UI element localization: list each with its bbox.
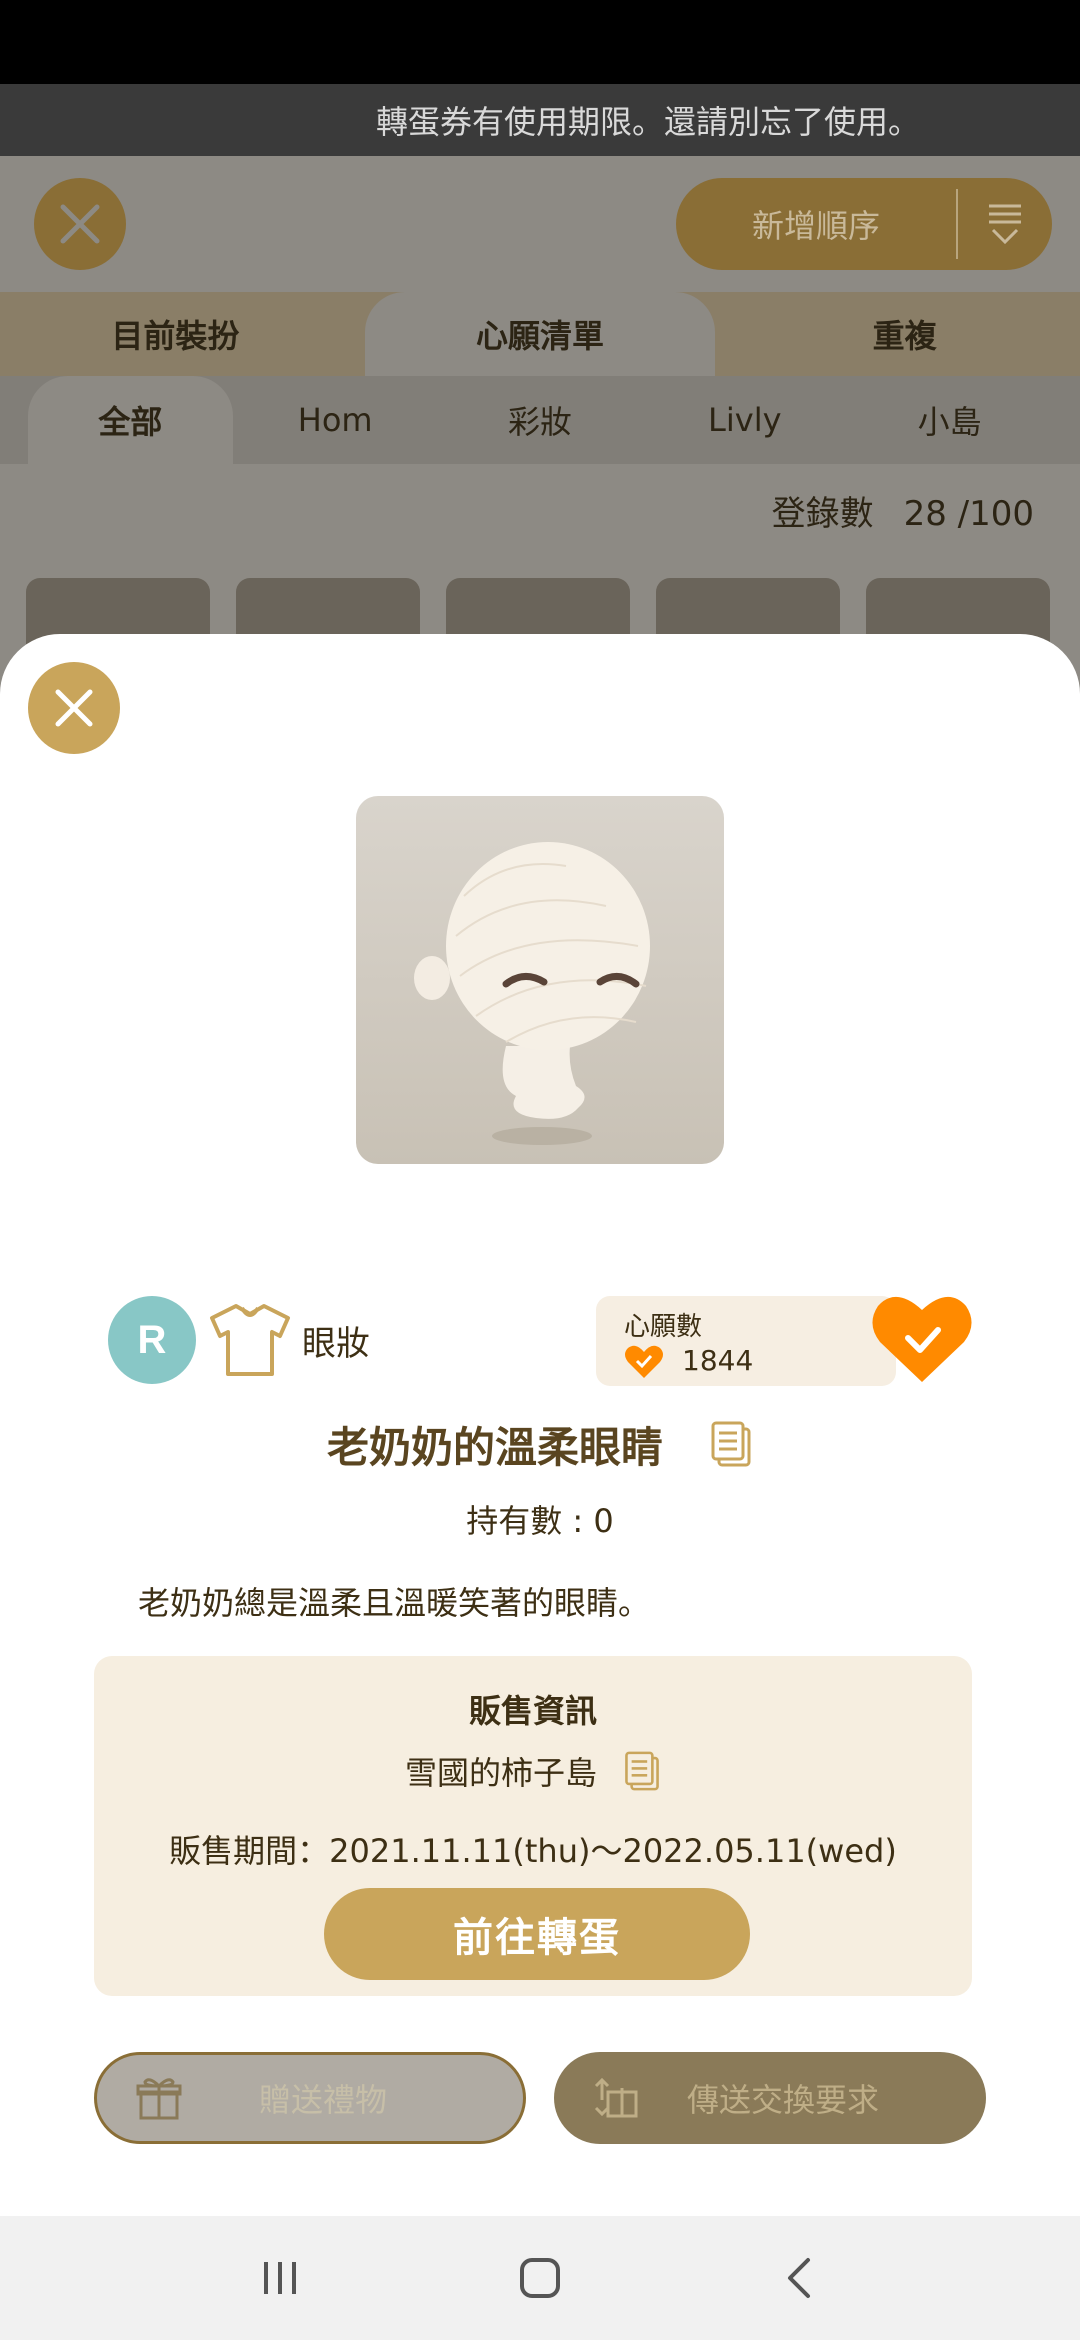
trade-gift-icon xyxy=(594,2077,638,2118)
subtab-makeup[interactable]: 彩妝 xyxy=(438,376,643,464)
category-label: 眼妝 xyxy=(302,1324,370,1364)
sort-icon[interactable] xyxy=(958,202,1052,246)
registered-count: 登錄數 28 /100 xyxy=(772,486,1034,535)
notice-text: 轉蛋券有使用期限。還請別忘了使用。 xyxy=(375,103,920,141)
registered-count-value: 28 /100 xyxy=(903,494,1034,534)
wish-count-box: 心願數 1844 xyxy=(596,1296,896,1386)
tab-current-outfit[interactable]: 目前裝扮 xyxy=(0,292,351,376)
send-trade-request-label: 傳送交換要求 xyxy=(686,2081,879,2119)
item-name: 老奶奶的溫柔眼睛 xyxy=(326,1422,663,1472)
main-tabs: 目前裝扮 心願清單 重複 xyxy=(0,292,1080,376)
tab-duplicates[interactable]: 重複 xyxy=(729,292,1080,376)
add-order-button[interactable]: 新增順序 xyxy=(676,178,1052,270)
copy-icon[interactable] xyxy=(709,1419,753,1469)
registered-count-label: 登錄數 xyxy=(771,494,874,534)
close-icon xyxy=(60,204,100,244)
notice-banner: 轉蛋券有使用期限。還請別忘了使用。 xyxy=(0,84,1080,156)
sale-island-row: 雪國的柿子島 xyxy=(94,1746,972,1796)
send-trade-request-button[interactable]: 傳送交換要求 xyxy=(554,2052,986,2144)
modal-close-button[interactable] xyxy=(28,662,120,754)
send-gift-button[interactable]: 贈送禮物 xyxy=(94,2052,526,2144)
back-icon[interactable] xyxy=(770,2248,830,2308)
go-to-gacha-button[interactable]: 前往轉蛋 xyxy=(324,1888,750,1980)
sale-info-title: 販售資訊 xyxy=(468,1692,597,1730)
wishlist-heart-button[interactable] xyxy=(870,1292,974,1386)
category-tabs: 全部 Hom 彩妝 Livly 小島 xyxy=(0,376,1080,464)
sale-info-box: 販售資訊 雪國的柿子島 販售期間：2021.11.11(thu)～2022.05… xyxy=(94,1656,972,1996)
item-description: 老奶奶總是溫柔且溫暖笑著的眼睛。 xyxy=(138,1584,651,1622)
close-button[interactable] xyxy=(34,178,126,270)
sale-period: 販售期間：2021.11.11(thu)～2022.05.11(wed) xyxy=(169,1832,897,1870)
bottom-actions: 贈送禮物 傳送交換要求 xyxy=(94,2052,986,2146)
copy-icon[interactable] xyxy=(623,1748,661,1794)
home-icon[interactable] xyxy=(510,2248,570,2308)
heart-check-icon xyxy=(625,1345,663,1378)
top-bar: 新增順序 xyxy=(0,156,1080,292)
item-preview-image xyxy=(356,796,724,1164)
owned-count: 持有數 : 0 xyxy=(466,1502,614,1540)
shirt-icon xyxy=(210,1304,290,1376)
item-title-row: 老奶奶的溫柔眼睛 xyxy=(0,1412,1080,1476)
rarity-badge: R xyxy=(108,1296,196,1384)
subtab-all[interactable]: 全部 xyxy=(28,376,233,464)
subtab-hom[interactable]: Hom xyxy=(233,376,438,464)
system-navigation-bar xyxy=(0,2216,1080,2340)
recent-apps-icon[interactable] xyxy=(250,2248,310,2308)
tab-wishlist[interactable]: 心願清單 xyxy=(364,292,716,376)
close-icon xyxy=(55,689,93,727)
status-bar xyxy=(0,0,1080,84)
item-detail-modal: R 眼妝 心願數 1844 老奶奶的溫柔眼睛 持有數 : 0 老奶奶總是溫柔且溫… xyxy=(0,634,1080,2216)
subtab-livly[interactable]: Livly xyxy=(642,376,847,464)
sale-island-name: 雪國的柿子島 xyxy=(404,1754,597,1792)
send-gift-label: 贈送禮物 xyxy=(258,2081,387,2119)
wish-count: 1844 xyxy=(682,1344,754,1377)
gift-icon xyxy=(136,2078,182,2120)
item-info-row: R 眼妝 心願數 1844 xyxy=(108,1296,974,1386)
subtab-island[interactable]: 小島 xyxy=(847,376,1052,464)
wish-label: 心願數 xyxy=(624,1312,703,1342)
add-order-label: 新增順序 xyxy=(751,207,880,245)
